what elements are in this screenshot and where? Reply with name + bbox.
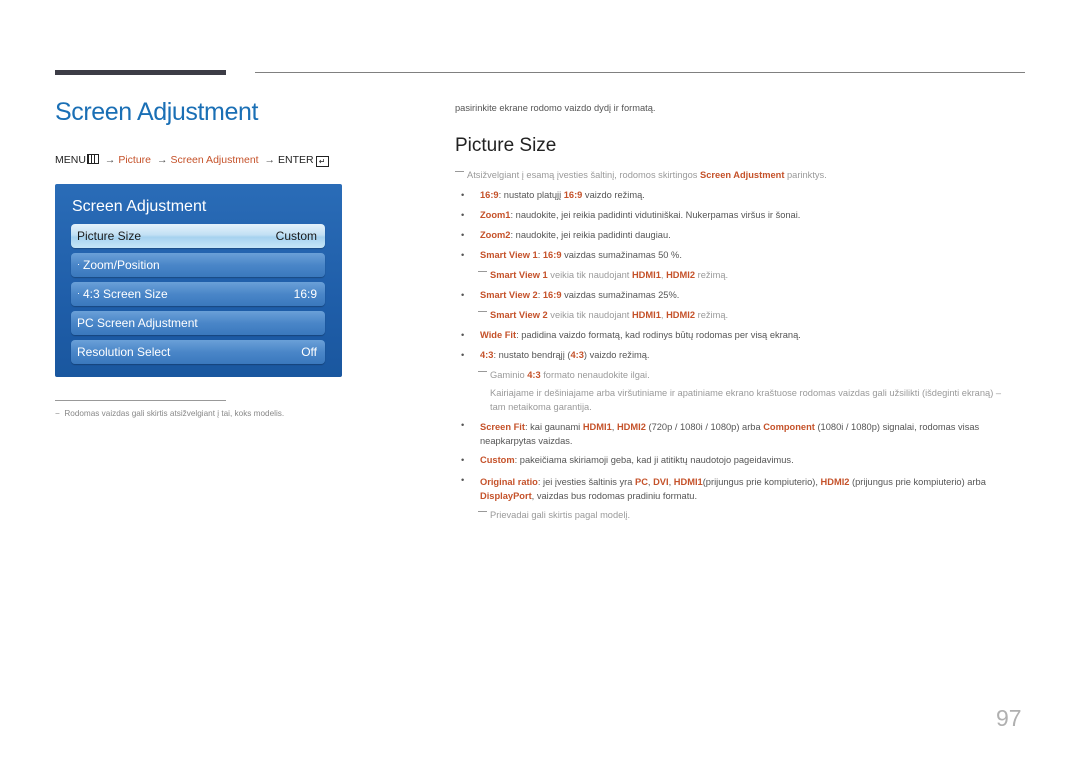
menu-path-screen-adjustment: Screen Adjustment [170, 154, 259, 166]
osd-item-label: Picture Size [77, 229, 142, 243]
sub-marker: · [77, 259, 80, 269]
osd-item-resolution-select[interactable]: Resolution Select Off [71, 340, 325, 364]
footnote: − Rodomas vaizdas gali skirtis atsižvelg… [55, 409, 284, 418]
note-dash-icon [478, 511, 487, 512]
page-number: 97 [996, 705, 1022, 731]
note: Gaminio 4:3 formato nenaudokite ilgai. [478, 370, 650, 380]
note-dash-icon [455, 171, 464, 172]
osd-title: Screen Adjustment [72, 198, 207, 215]
bullet-icon: • [461, 475, 465, 485]
arrow: → [264, 154, 276, 166]
footnote-text: Rodomas vaizdas gali skirtis atsižvelgia… [64, 409, 285, 418]
header-rule [255, 72, 1025, 73]
osd-menu: Screen Adjustment Picture Size Custom · Z… [55, 184, 342, 377]
bullet-icon: • [461, 455, 465, 465]
note-continuation: Kairiajame ir dešiniajame arba viršutini… [490, 388, 1002, 412]
osd-item-label: PC Screen Adjustment [77, 316, 198, 330]
arrow: → [156, 154, 168, 166]
osd-item-43-screen-size[interactable]: · 4:3 Screen Size 16:9 [71, 282, 325, 306]
osd-item-value: 16:9 [293, 287, 317, 301]
bullet-icon: • [461, 190, 465, 200]
arrow: → [104, 154, 116, 166]
osd-item-value: Off [301, 345, 317, 359]
osd-item-pc-screen-adjustment[interactable]: PC Screen Adjustment [71, 311, 325, 335]
header-bar-thick [55, 70, 226, 75]
note-dash-icon [478, 371, 487, 372]
note-dash-icon [478, 271, 487, 272]
section-heading: Picture Size [455, 135, 557, 156]
bullet-icon: • [461, 230, 465, 240]
bullet-icon: • [461, 350, 465, 360]
sub-marker: · [77, 288, 80, 298]
menu-icon [86, 154, 99, 164]
page-title: Screen Adjustment [55, 98, 259, 126]
note: Smart View 1 veikia tik naudojant HDMI1,… [478, 270, 728, 280]
bullet-icon: • [461, 290, 465, 300]
note: Smart View 2 veikia tik naudojant HDMI1,… [478, 310, 728, 320]
note: Prievadai gali skirtis pagal modelį. [478, 510, 630, 520]
menu-path: MENU → Picture → Screen Adjustment → ENTER ↵ [55, 154, 329, 167]
bullet-icon: • [461, 250, 465, 260]
footnote-rule [55, 400, 226, 401]
osd-item-label: 4:3 Screen Size [83, 287, 168, 301]
enter-label: ENTER [278, 154, 314, 166]
intro-text: pasirinkite ekrane rodomo vaizdo dydį ir… [455, 103, 656, 113]
menu-label: MENU [55, 154, 86, 166]
menu-path-picture: Picture [118, 154, 152, 166]
note-dash-icon [478, 311, 487, 312]
bullet-icon: • [461, 420, 465, 430]
osd-item-picture-size[interactable]: Picture Size Custom [71, 224, 325, 248]
bullet-icon: • [461, 330, 465, 340]
osd-item-value: Custom [275, 229, 317, 243]
note: Atsižvelgiant į esamą įvesties šaltinį, … [455, 170, 827, 180]
footnote-marker: − [55, 409, 60, 418]
osd-item-label: Zoom/Position [83, 258, 160, 272]
osd-item-zoom-position[interactable]: · Zoom/Position [71, 253, 325, 277]
bullet-icon: • [461, 210, 465, 220]
enter-icon: ↵ [315, 156, 329, 167]
osd-item-label: Resolution Select [77, 345, 171, 359]
